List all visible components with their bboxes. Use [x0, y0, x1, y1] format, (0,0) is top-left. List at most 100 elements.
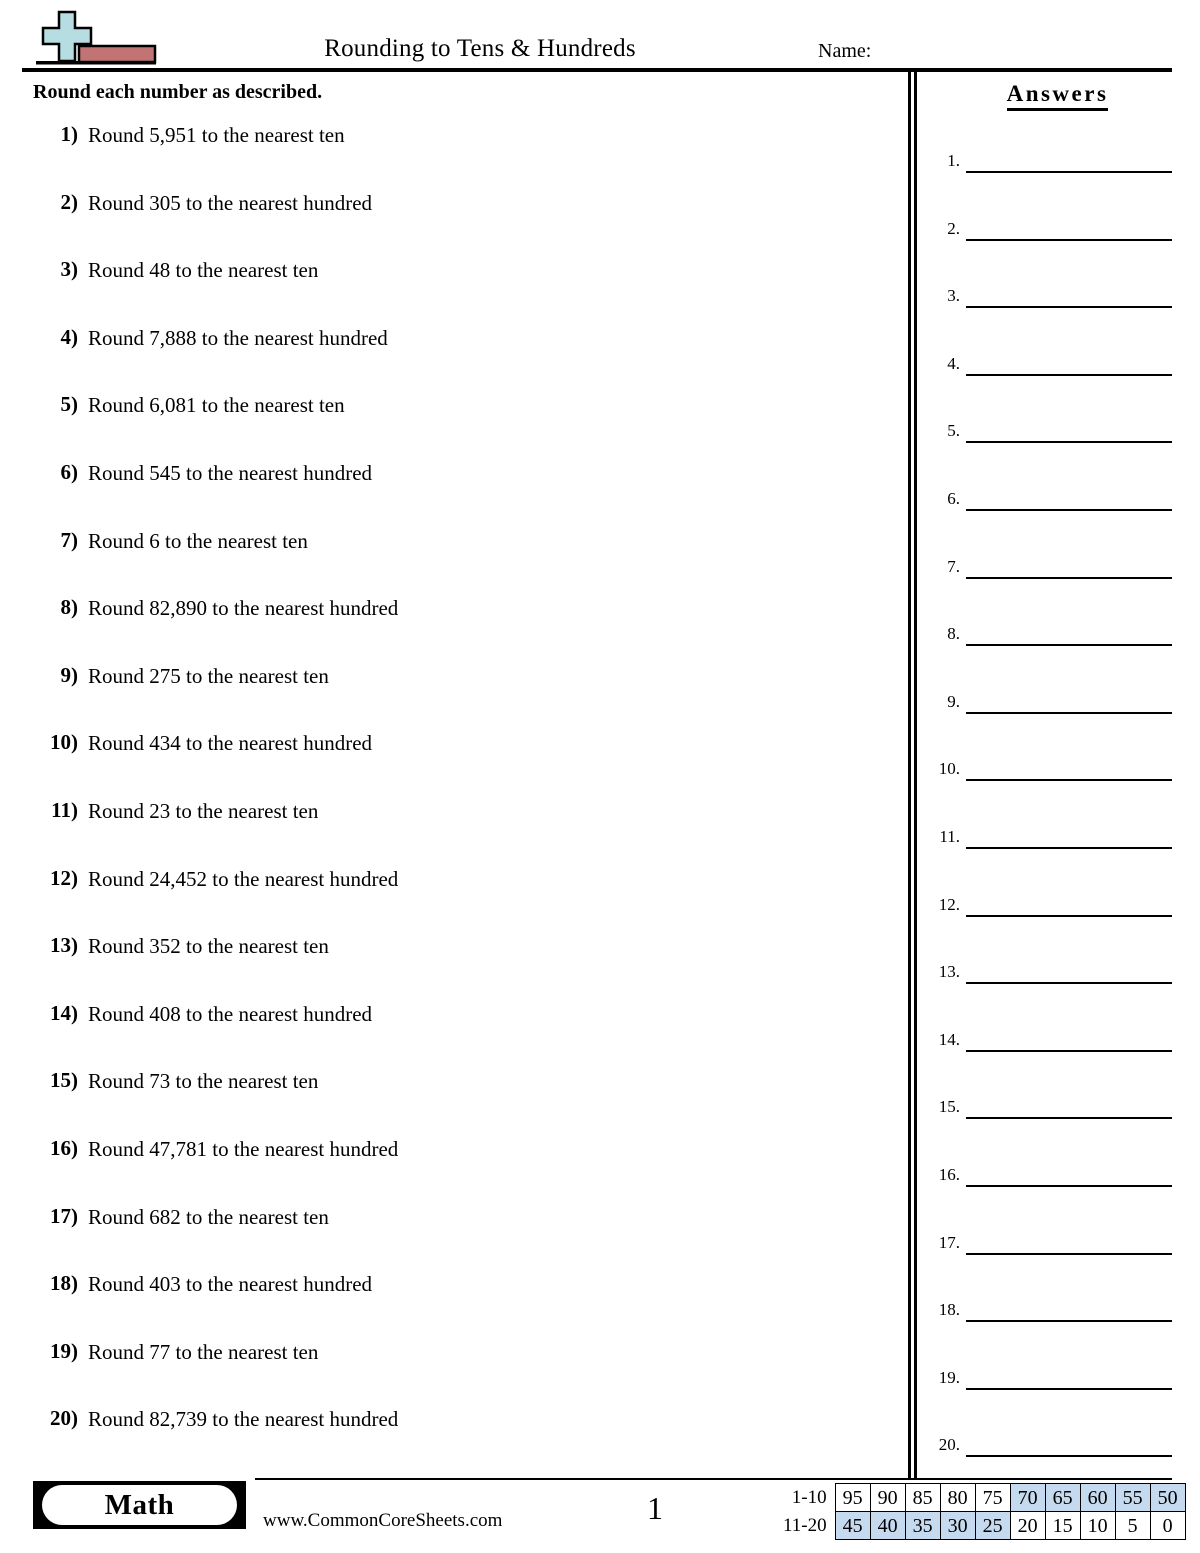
- answer-number: 5.: [947, 421, 960, 441]
- question-number: 12): [50, 865, 78, 890]
- answer-blank-line[interactable]: [966, 1252, 1172, 1255]
- question-number: 14): [50, 1000, 78, 1025]
- answer-row: 2.: [922, 220, 1172, 288]
- question-text: Round 305 to the nearest hundred: [88, 190, 373, 215]
- answer-blank-line[interactable]: [966, 1117, 1172, 1120]
- answer-row: 12.: [922, 896, 1172, 964]
- question-number: 10): [50, 730, 78, 755]
- answer-blank-line[interactable]: [966, 1387, 1172, 1390]
- score-cell: 55: [1114, 1483, 1151, 1512]
- answer-number: 19.: [938, 1367, 960, 1387]
- question-number: 20): [50, 1406, 78, 1431]
- question-number: 13): [50, 933, 78, 958]
- question-text: Round 545 to the nearest hundred: [88, 460, 373, 485]
- answer-number: 11.: [939, 826, 960, 846]
- answer-row: 17.: [922, 1234, 1172, 1302]
- answer-row: 15.: [922, 1098, 1172, 1166]
- answer-number: 17.: [938, 1232, 960, 1252]
- answer-row: 4.: [922, 355, 1172, 423]
- answer-blank-line[interactable]: [966, 306, 1172, 309]
- answers-column-divider: [908, 72, 917, 1478]
- answer-row: 3.: [922, 287, 1172, 355]
- score-row: 1-10 95 90 85 80 75 70 65 60 55 50: [783, 1483, 1186, 1512]
- question-text: Round 47,781 to the nearest hundred: [88, 1136, 399, 1161]
- answer-blank-line[interactable]: [966, 171, 1172, 173]
- answer-number: 1.: [947, 151, 960, 170]
- score-cell: 65: [1044, 1483, 1081, 1512]
- answer-number: 2.: [947, 218, 960, 238]
- answer-row: 10.: [922, 760, 1172, 828]
- worksheet-header: Rounding to Tens & Hundreds Name:: [0, 0, 1200, 72]
- question-number: 8): [60, 595, 79, 620]
- question-row: 2) Round 305 to the nearest hundred: [22, 189, 892, 260]
- question-text: Round 48 to the nearest ten: [88, 258, 319, 283]
- question-row: 18) Round 403 to the nearest hundred: [22, 1273, 892, 1341]
- answer-blank-line[interactable]: [966, 238, 1172, 241]
- answer-blank-line[interactable]: [966, 846, 1172, 849]
- score-cell: 30: [939, 1511, 976, 1540]
- answer-blank-line[interactable]: [966, 1320, 1172, 1323]
- score-cell: 85: [904, 1483, 941, 1512]
- divider-line-left: [908, 72, 911, 1478]
- question-number: 5): [60, 392, 79, 417]
- answer-blank-line[interactable]: [966, 1184, 1172, 1187]
- answer-number: 6.: [947, 488, 960, 508]
- question-text: Round 73 to the nearest ten: [88, 1069, 319, 1094]
- question-row: 7) Round 6 to the nearest ten: [22, 527, 892, 598]
- answer-blank-line[interactable]: [966, 373, 1172, 376]
- answers-heading: Answers: [935, 81, 1180, 111]
- question-text: Round 77 to the nearest ten: [88, 1339, 319, 1364]
- question-text: Round 82,890 to the nearest hundred: [88, 596, 399, 621]
- question-number: 17): [50, 1203, 78, 1228]
- question-text: Round 7,888 to the nearest hundred: [88, 325, 388, 350]
- question-number: 15): [50, 1068, 78, 1093]
- score-cell: 80: [939, 1483, 976, 1512]
- question-text: Round 682 to the nearest ten: [88, 1204, 329, 1229]
- answer-number: 18.: [938, 1300, 960, 1320]
- score-cell: 40: [869, 1511, 906, 1540]
- answer-row: 8.: [922, 625, 1172, 693]
- answer-blank-line[interactable]: [966, 711, 1172, 714]
- answer-blank-line[interactable]: [966, 914, 1172, 917]
- score-cell: 35: [904, 1511, 941, 1540]
- answer-blank-line[interactable]: [966, 576, 1172, 579]
- answer-row: 7.: [922, 558, 1172, 626]
- answer-blank-line[interactable]: [966, 1455, 1172, 1458]
- answer-blank-line[interactable]: [966, 1049, 1172, 1052]
- subject-badge: Math: [33, 1481, 246, 1529]
- answer-row: 5.: [922, 422, 1172, 490]
- score-cell: 60: [1079, 1483, 1116, 1512]
- question-row: 20) Round 82,739 to the nearest hundred: [22, 1408, 892, 1476]
- answer-blank-line[interactable]: [966, 779, 1172, 782]
- answer-number: 12.: [938, 894, 960, 914]
- subject-badge-label: Math: [104, 1488, 175, 1521]
- divider-line-right: [914, 72, 917, 1478]
- question-number: 18): [50, 1271, 78, 1296]
- question-number: 6): [60, 459, 79, 484]
- score-grid: 1-10 95 90 85 80 75 70 65 60 55 50 11-20 45 40 35 30 25 2…: [783, 1483, 1186, 1540]
- score-table: 1-10 95 90 85 80 75 70 65 60 55 50 11-20 45 40 35 30 25 2…: [783, 1483, 1186, 1540]
- answer-blank-line[interactable]: [966, 644, 1172, 647]
- score-cell: 45: [834, 1511, 871, 1540]
- question-row: 16) Round 47,781 to the nearest hundred: [22, 1136, 892, 1206]
- question-row: 15) Round 73 to the nearest ten: [22, 1070, 892, 1138]
- answer-row: 13.: [922, 963, 1172, 1031]
- answer-number: 8.: [947, 624, 960, 644]
- answer-blank-line[interactable]: [966, 441, 1172, 444]
- answer-number: 4.: [947, 353, 960, 373]
- question-row: 9) Round 275 to the nearest ten: [22, 664, 892, 733]
- answer-blank-line[interactable]: [966, 982, 1172, 985]
- score-cell: 90: [869, 1483, 906, 1512]
- question-number: 7): [60, 527, 79, 552]
- question-text: Round 23 to the nearest ten: [88, 798, 319, 823]
- question-number: 11): [51, 797, 78, 822]
- answer-number: 7.: [947, 556, 960, 576]
- question-text: Round 5,951 to the nearest ten: [88, 123, 345, 147]
- answer-blank-line[interactable]: [966, 508, 1172, 511]
- questions-list: 1) Round 5,951 to the nearest ten 2) Round …: [22, 124, 892, 1476]
- question-number: 3): [60, 257, 79, 282]
- question-text: Round 6 to the nearest ten: [88, 528, 308, 553]
- question-row: 5) Round 6,081 to the nearest ten: [22, 394, 892, 462]
- question-number: 2): [60, 189, 79, 214]
- page-number: 1: [647, 1490, 663, 1526]
